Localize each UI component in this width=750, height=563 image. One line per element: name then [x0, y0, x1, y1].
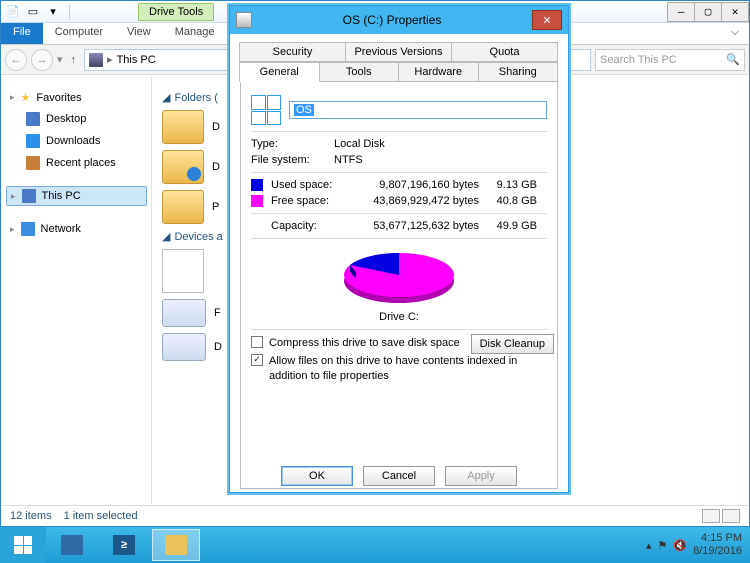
- dialog-title: OS (C:) Properties: [252, 13, 532, 27]
- downloads-icon: [26, 134, 40, 148]
- dialog-close-button[interactable]: ✕: [532, 10, 562, 30]
- drive-icon: [236, 12, 252, 28]
- details-view-button[interactable]: [702, 509, 720, 523]
- drive-icon: [162, 333, 206, 361]
- drive-tools-tab[interactable]: Drive Tools: [138, 3, 214, 21]
- cancel-button[interactable]: Cancel: [363, 466, 435, 486]
- filesystem-label: File system:: [251, 154, 326, 166]
- tab-computer[interactable]: Computer: [43, 23, 115, 44]
- used-swatch: [251, 179, 263, 191]
- search-input[interactable]: Search This PC 🔍: [595, 49, 745, 71]
- type-value: Local Disk: [334, 138, 385, 150]
- volume-icon[interactable]: 🔇: [673, 539, 687, 552]
- drive-icon: [251, 95, 281, 125]
- back-button[interactable]: ←: [5, 49, 27, 71]
- nav-downloads[interactable]: Downloads: [6, 132, 147, 150]
- start-button[interactable]: [0, 527, 46, 563]
- nav-desktop[interactable]: Desktop: [6, 110, 147, 128]
- close-button[interactable]: ✕: [721, 2, 749, 22]
- nav-pane: ▸★Favorites Desktop Downloads Recent pla…: [2, 77, 152, 504]
- qat-chevron-icon[interactable]: ▾: [45, 4, 61, 20]
- compress-checkbox[interactable]: [251, 336, 263, 348]
- drive-label: Drive C:: [251, 311, 547, 323]
- document-icon: [162, 249, 204, 293]
- tab-manage[interactable]: Manage: [163, 23, 227, 44]
- desktop-icon: [26, 112, 40, 126]
- capacity-gb: 49.9 GB: [487, 220, 537, 232]
- drive-icon: [162, 299, 206, 327]
- taskbar-powershell[interactable]: ≥: [100, 529, 148, 561]
- tab-previous-versions[interactable]: Previous Versions: [345, 42, 452, 62]
- system-tray: ▴ ⚑ 🔇 4:15 PM 8/19/2016: [646, 532, 750, 558]
- properties-dialog: OS (C:) Properties ✕ Security Previous V…: [229, 5, 569, 493]
- nav-network[interactable]: ▸Network: [6, 220, 147, 238]
- search-icon: 🔍: [726, 53, 740, 66]
- apply-button[interactable]: Apply: [445, 466, 517, 486]
- ribbon-expand-icon[interactable]: ⌵: [719, 23, 749, 44]
- taskbar: ≥ ▴ ⚑ 🔇 4:15 PM 8/19/2016: [0, 527, 750, 563]
- status-bar: 12 items 1 item selected: [2, 505, 748, 525]
- star-icon: ★: [21, 91, 31, 104]
- recent-icon: [26, 156, 40, 170]
- nav-recent[interactable]: Recent places: [6, 154, 147, 172]
- drive-name-input[interactable]: OS: [289, 101, 547, 119]
- folder-icon: [162, 110, 204, 144]
- tab-file[interactable]: File: [1, 23, 43, 44]
- status-selected: 1 item selected: [64, 510, 138, 522]
- new-folder-icon[interactable]: ▭: [25, 4, 41, 20]
- used-bytes: 9,807,196,160 bytes: [354, 179, 479, 191]
- maximize-button[interactable]: ▢: [694, 2, 722, 22]
- index-checkbox[interactable]: [251, 354, 263, 366]
- tab-view[interactable]: View: [115, 23, 163, 44]
- ok-button[interactable]: OK: [281, 466, 353, 486]
- tab-general[interactable]: General: [239, 62, 320, 82]
- minimize-button[interactable]: —: [667, 2, 695, 22]
- filesystem-value: NTFS: [334, 154, 363, 166]
- recent-locations-icon[interactable]: ▾: [57, 53, 63, 66]
- status-items: 12 items: [10, 510, 52, 522]
- up-button[interactable]: ↑: [67, 54, 81, 66]
- folder-icon: [162, 150, 204, 184]
- tray-chevron-icon[interactable]: ▴: [646, 539, 652, 552]
- disk-cleanup-button[interactable]: Disk Cleanup: [471, 334, 554, 354]
- type-label: Type:: [251, 138, 326, 150]
- tab-quota[interactable]: Quota: [451, 42, 558, 62]
- free-bytes: 43,869,929,472 bytes: [354, 195, 479, 207]
- tab-sharing[interactable]: Sharing: [478, 62, 559, 82]
- properties-icon[interactable]: 📄: [5, 4, 21, 20]
- clock[interactable]: 4:15 PM 8/19/2016: [693, 532, 742, 558]
- tab-tools[interactable]: Tools: [319, 62, 400, 82]
- icons-view-button[interactable]: [722, 509, 740, 523]
- pc-icon: [22, 189, 36, 203]
- forward-button[interactable]: →: [31, 49, 53, 71]
- pc-icon: [89, 53, 103, 67]
- usage-pie-chart: [329, 247, 469, 309]
- dialog-titlebar[interactable]: OS (C:) Properties ✕: [230, 6, 568, 34]
- breadcrumb[interactable]: This PC: [117, 54, 156, 66]
- general-panel: OS Type:Local Disk File system:NTFS Used…: [240, 81, 558, 489]
- tab-hardware[interactable]: Hardware: [398, 62, 479, 82]
- free-swatch: [251, 195, 263, 207]
- nav-favorites[interactable]: ▸★Favorites: [6, 89, 147, 106]
- used-gb: 9.13 GB: [487, 179, 537, 191]
- taskbar-explorer[interactable]: [152, 529, 200, 561]
- folder-icon: [162, 190, 204, 224]
- free-gb: 40.8 GB: [487, 195, 537, 207]
- network-icon: [21, 222, 35, 236]
- action-center-icon[interactable]: ⚑: [657, 539, 667, 552]
- taskbar-server-manager[interactable]: [48, 529, 96, 561]
- tab-security[interactable]: Security: [239, 42, 346, 62]
- capacity-bytes: 53,677,125,632 bytes: [354, 220, 479, 232]
- nav-this-pc[interactable]: ▸This PC: [6, 186, 147, 206]
